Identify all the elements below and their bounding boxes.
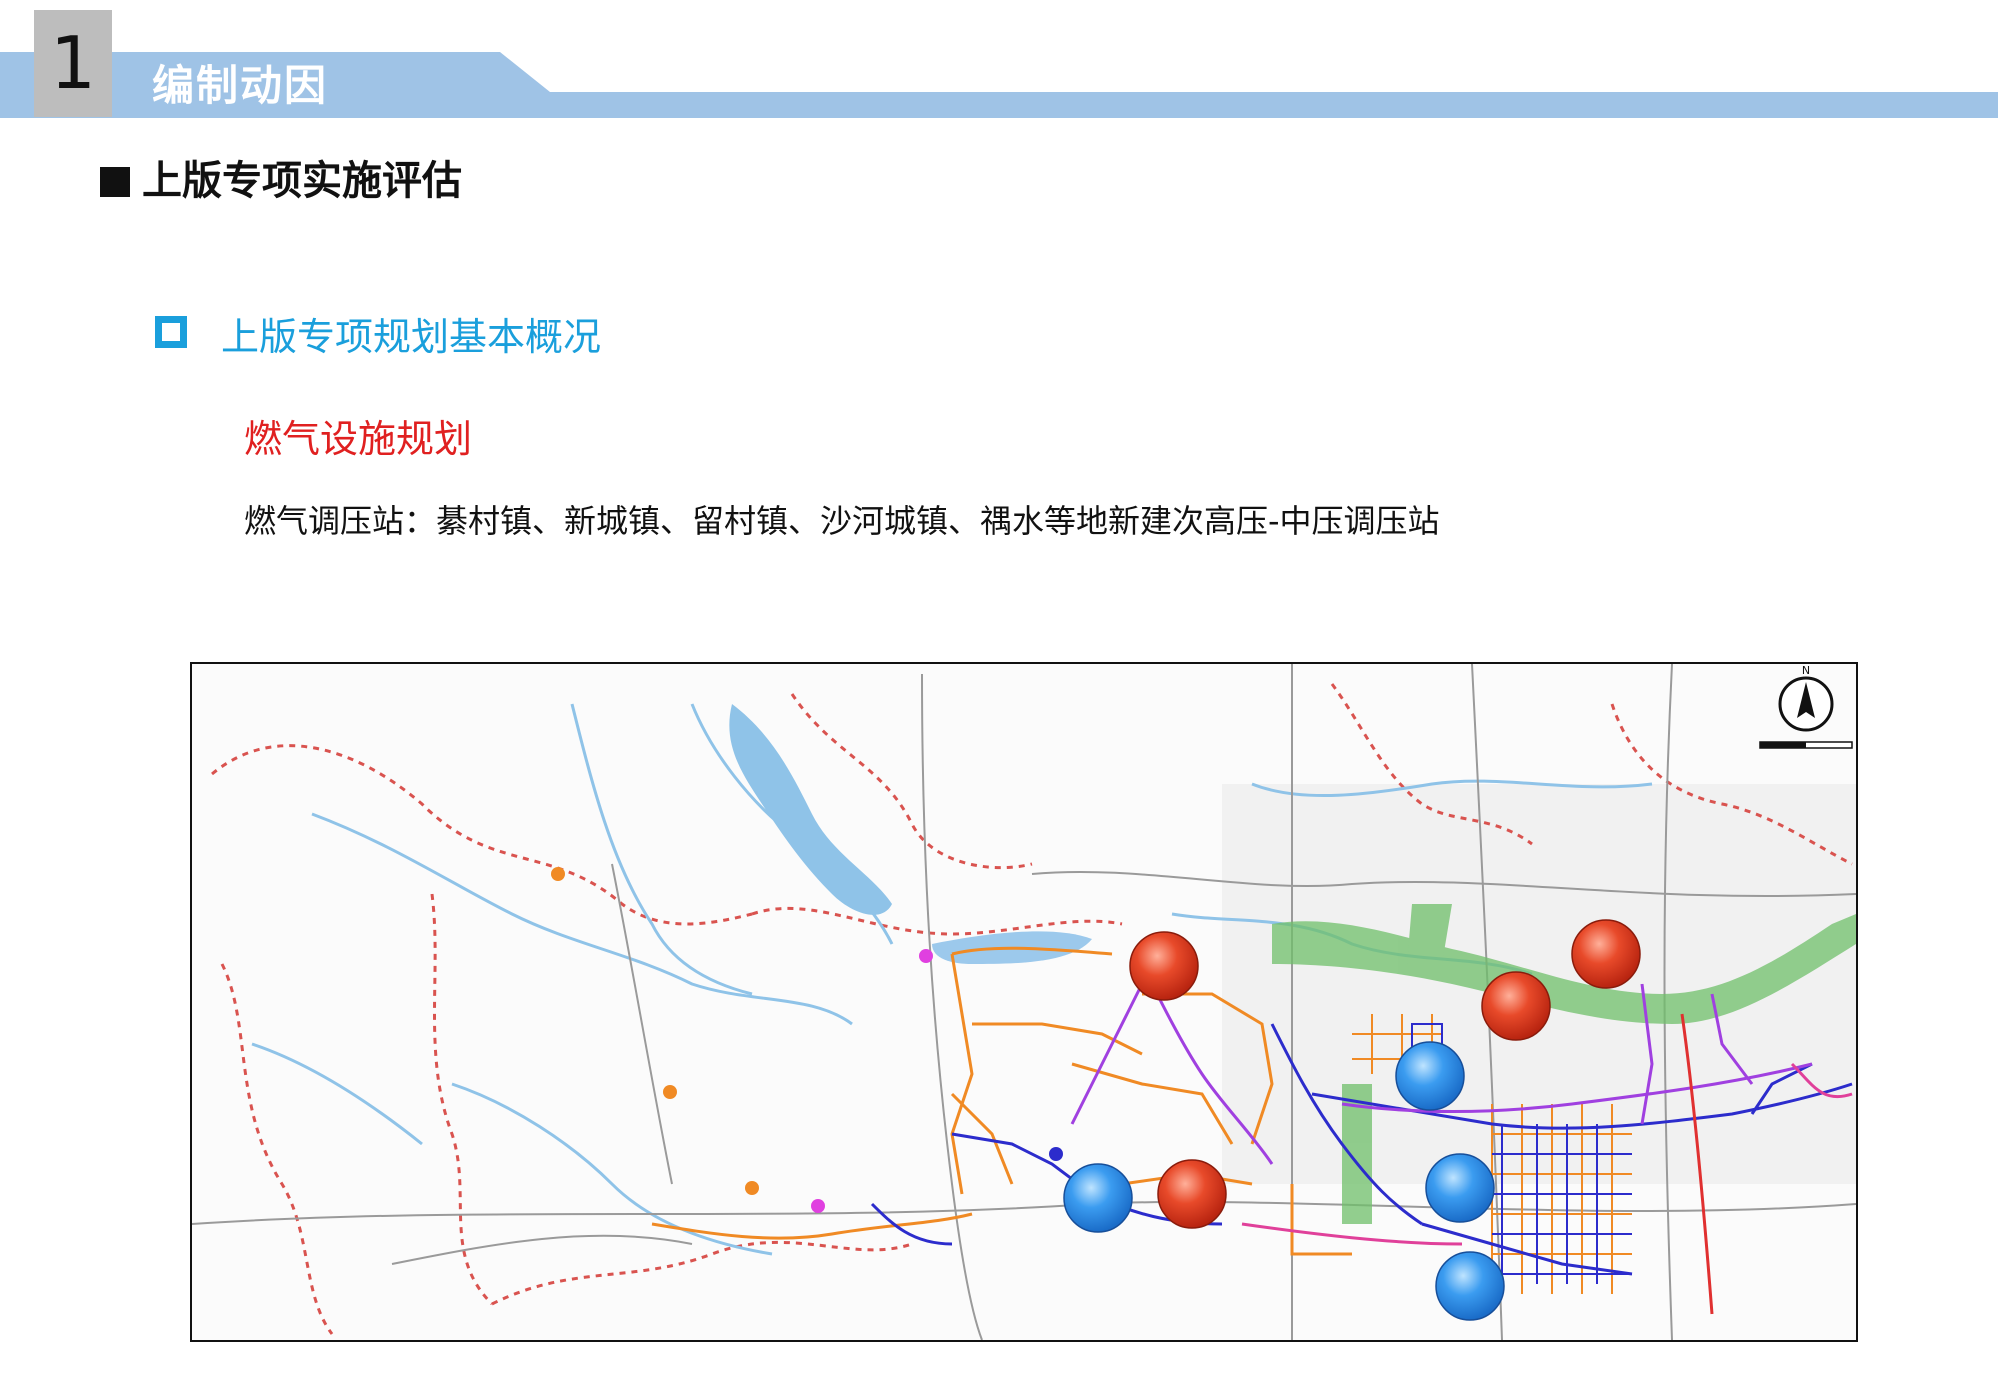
gas-facility-map: N [190, 662, 1858, 1342]
main-heading: 上版专项实施评估 [100, 148, 462, 206]
existing-station-marker [1395, 1041, 1465, 1111]
planned-station-marker [1157, 1159, 1227, 1229]
scale-bar [1759, 741, 1853, 749]
section-title: 编制动因 [152, 61, 329, 110]
hollow-square-bullet-icon [155, 316, 187, 348]
sub-heading-text: 上版专项规划基本概况 [221, 315, 602, 359]
main-heading-text: 上版专项实施评估 [142, 158, 462, 204]
planned-station-marker [1129, 931, 1199, 1001]
regulator-station-description: 燃气调压站：綦村镇、新城镇、留村镇、沙河城镇、禑水等地新建次高压-中压调压站 [244, 502, 1440, 540]
sub-heading: 上版专项规划基本概况 [155, 306, 601, 361]
planned-station-marker [1571, 919, 1641, 989]
gas-facility-heading: 燃气设施规划 [244, 417, 473, 461]
existing-station-marker [1063, 1163, 1133, 1233]
planned-station-marker [1481, 971, 1551, 1041]
map-canvas: N [192, 664, 1856, 1340]
section-number: 1 [34, 10, 112, 117]
square-bullet-icon [100, 167, 130, 197]
existing-station-marker [1435, 1251, 1505, 1321]
svg-text:N: N [1802, 664, 1810, 677]
existing-station-marker [1425, 1153, 1495, 1223]
